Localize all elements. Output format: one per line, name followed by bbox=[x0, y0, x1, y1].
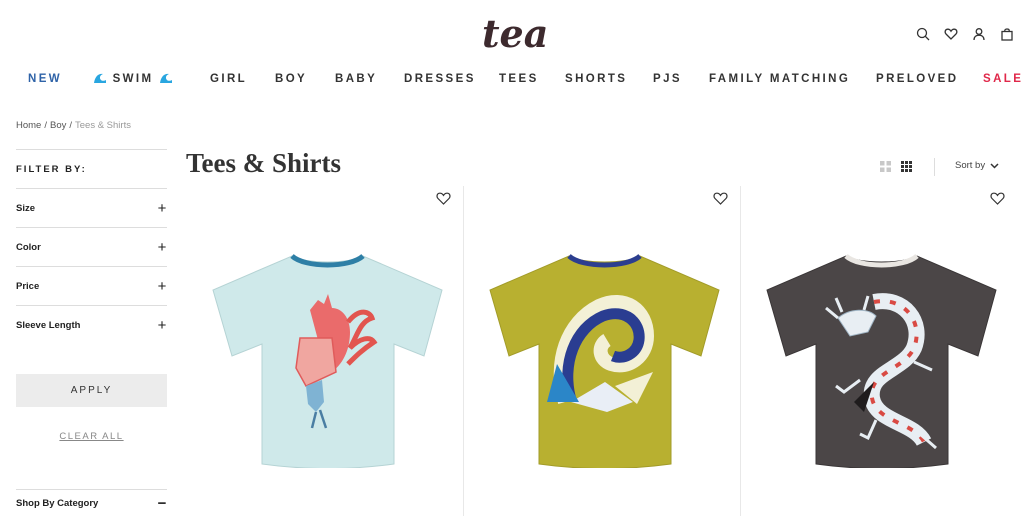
logo-text: tea bbox=[482, 11, 548, 56]
breadcrumb-home[interactable]: Home bbox=[16, 120, 41, 131]
toolbar-divider bbox=[934, 158, 935, 176]
nav-item-family-matching[interactable]: FAMILY MATCHING bbox=[709, 72, 850, 86]
product-card[interactable] bbox=[740, 186, 1017, 516]
clear-all-link[interactable]: CLEAR ALL bbox=[16, 431, 167, 442]
wave-icon bbox=[160, 73, 173, 83]
breadcrumb-separator: / bbox=[69, 120, 72, 131]
filter-title: FILTER BY: bbox=[16, 149, 167, 188]
nav-item-swim-label: SWIM bbox=[112, 73, 154, 85]
search-icon[interactable] bbox=[916, 27, 930, 41]
wave-tee-image[interactable] bbox=[487, 252, 722, 468]
sort-dropdown[interactable]: Sort by bbox=[955, 160, 999, 171]
nav-item-girl[interactable]: GIRL bbox=[210, 72, 247, 86]
wishlist-heart-icon[interactable] bbox=[436, 192, 451, 205]
plus-icon[interactable]: + bbox=[157, 239, 167, 256]
plus-icon[interactable]: + bbox=[157, 278, 167, 295]
nav-item-baby[interactable]: BABY bbox=[335, 72, 377, 86]
nav-item-swim[interactable]: SWIM bbox=[93, 72, 173, 86]
grid-large-icon[interactable] bbox=[880, 161, 891, 172]
heart-icon[interactable] bbox=[944, 27, 958, 41]
bag-icon[interactable] bbox=[1000, 27, 1014, 41]
facet-label: Size bbox=[16, 202, 36, 214]
sort-label: Sort by bbox=[955, 160, 986, 171]
breadcrumb-current: Tees & Shirts bbox=[75, 120, 131, 131]
rooster-tee-image[interactable] bbox=[210, 252, 445, 468]
nav-item-preloved[interactable]: PRELOVED bbox=[876, 72, 958, 86]
header-utility-icons bbox=[916, 27, 1014, 41]
nav-item-boy[interactable]: BOY bbox=[275, 72, 307, 86]
shop-by-category-label: Shop By Category bbox=[16, 498, 99, 509]
nav-item-tees[interactable]: TEES bbox=[499, 72, 539, 86]
filter-sidebar: FILTER BY: Size + Color + Price + Sleeve… bbox=[16, 149, 167, 512]
facet-color[interactable]: Color + bbox=[16, 227, 167, 266]
minus-icon[interactable]: − bbox=[157, 495, 167, 512]
chevron-down-icon bbox=[990, 162, 999, 169]
nav-item-dresses[interactable]: DRESSES bbox=[404, 72, 476, 86]
nav-item-shorts[interactable]: SHORTS bbox=[565, 72, 627, 86]
plus-icon[interactable]: + bbox=[157, 317, 167, 334]
tea-logo[interactable]: tea bbox=[480, 10, 556, 58]
product-card[interactable] bbox=[186, 186, 463, 516]
nav-item-new[interactable]: NEW bbox=[28, 72, 62, 86]
main-navigation: NEW SWIM GIRL BOY BABY DRESSES TEES SHOR… bbox=[0, 72, 1024, 86]
facet-label: Price bbox=[16, 280, 40, 292]
wishlist-heart-icon[interactable] bbox=[713, 192, 728, 205]
facet-size[interactable]: Size + bbox=[16, 188, 167, 227]
apply-button[interactable]: APPLY bbox=[16, 374, 167, 407]
plus-icon[interactable]: + bbox=[157, 200, 167, 217]
wishlist-heart-icon[interactable] bbox=[990, 192, 1005, 205]
dragon-tee-image[interactable] bbox=[764, 252, 999, 468]
grid-small-icon[interactable] bbox=[901, 161, 912, 172]
view-toggles bbox=[880, 161, 912, 172]
facet-label: Sleeve Length bbox=[16, 319, 81, 331]
product-card[interactable] bbox=[463, 186, 740, 516]
nav-item-pjs[interactable]: PJS bbox=[653, 72, 682, 86]
breadcrumb-separator: / bbox=[44, 120, 47, 131]
shop-by-category[interactable]: Shop By Category − bbox=[16, 489, 167, 516]
facet-price[interactable]: Price + bbox=[16, 266, 167, 305]
page-title: Tees & Shirts bbox=[186, 148, 342, 178]
wave-icon bbox=[94, 73, 106, 83]
facet-sleeve-length[interactable]: Sleeve Length + bbox=[16, 305, 167, 344]
nav-item-sale[interactable]: SALE bbox=[983, 72, 1023, 86]
account-icon[interactable] bbox=[972, 27, 986, 41]
breadcrumb-boy[interactable]: Boy bbox=[50, 120, 66, 131]
facet-label: Color bbox=[16, 241, 41, 253]
breadcrumb: Home / Boy / Tees & Shirts bbox=[16, 120, 131, 131]
